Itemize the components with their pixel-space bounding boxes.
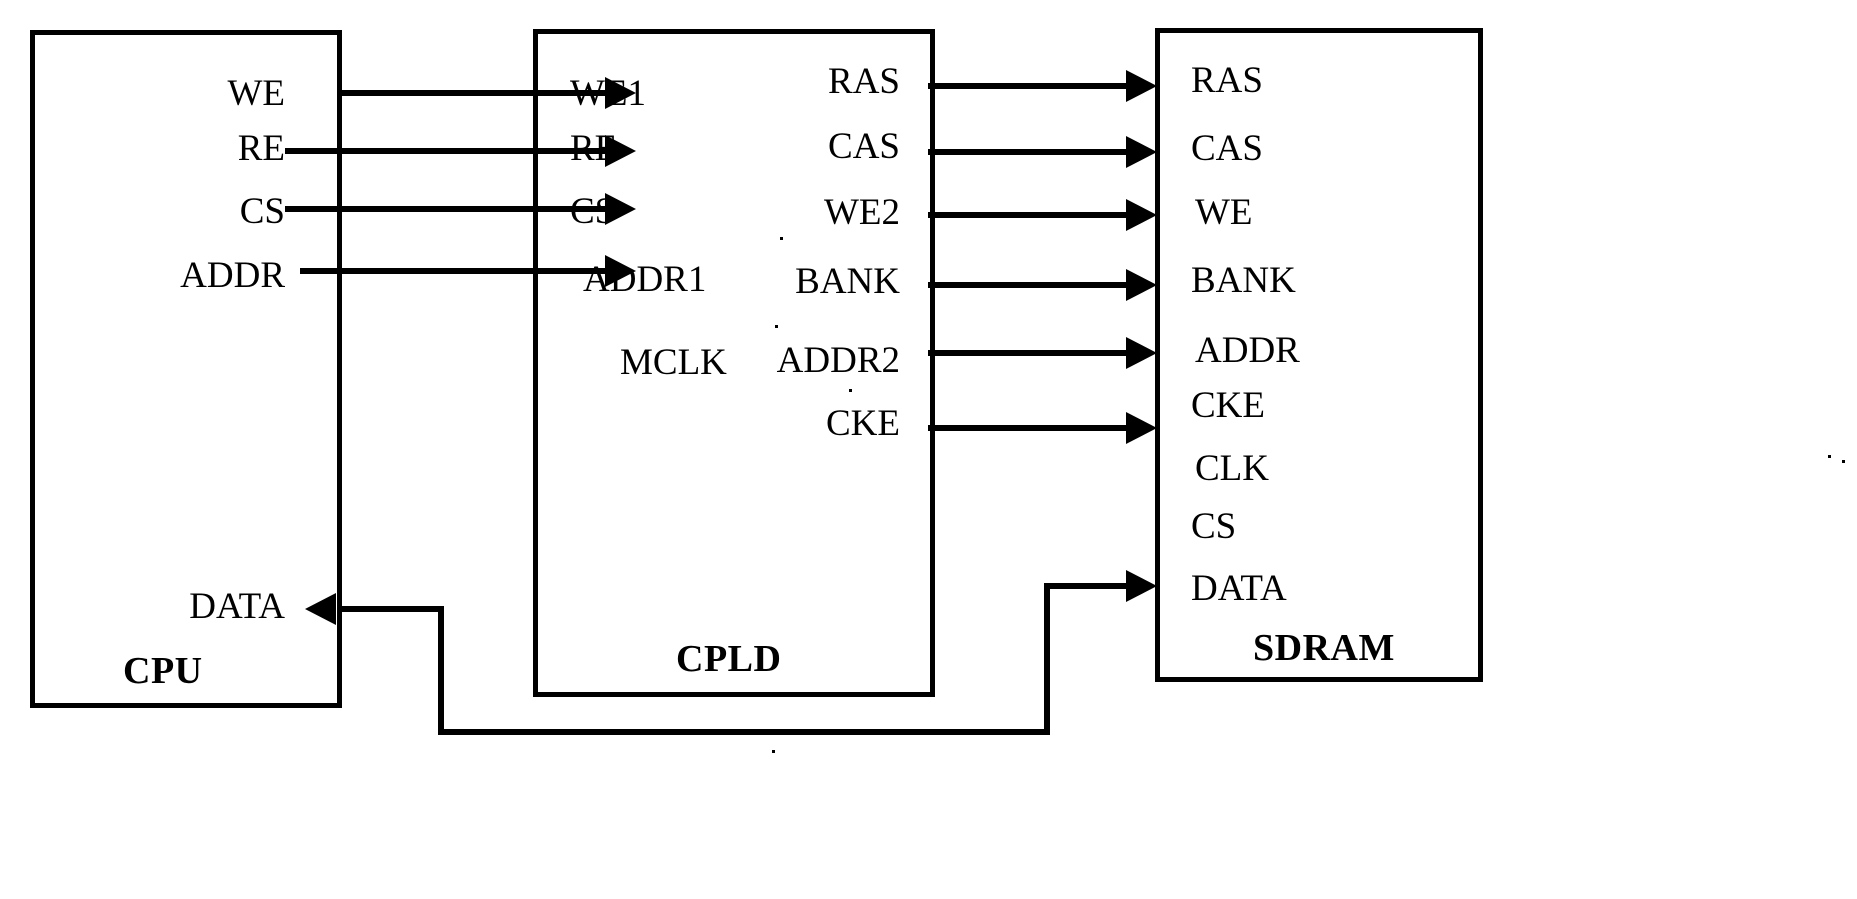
scan-speck xyxy=(780,237,783,240)
wire-cpu-addr-to-cpld-addr1 xyxy=(300,268,608,274)
scan-speck xyxy=(1842,460,1845,463)
arrowhead-cpld-cas xyxy=(1126,136,1157,168)
wire-data-bus-top-right xyxy=(1044,583,1128,589)
wire-data-bus-left-vertical xyxy=(438,606,444,735)
cpld-pin-cas: CAS xyxy=(828,126,900,167)
sdram-pin-bank: BANK xyxy=(1191,260,1296,301)
sdram-pin-cke: CKE xyxy=(1191,385,1265,426)
wire-cpld-addr2-to-sdram-addr xyxy=(928,350,1128,356)
wire-cpld-cke-to-sdram-cke xyxy=(928,425,1128,431)
arrowhead-cpu-we xyxy=(605,77,636,109)
wire-cpld-we2-to-sdram-we xyxy=(928,212,1128,218)
arrowhead-cpld-bank xyxy=(1126,269,1157,301)
arrowhead-cpld-cke xyxy=(1126,412,1157,444)
sdram-pin-cs: CS xyxy=(1191,506,1237,547)
cpld-title: CPLD xyxy=(676,638,782,680)
cpld-pin-we2: WE2 xyxy=(823,192,900,233)
cpld-pin-addr1: ADDR1 xyxy=(583,259,707,300)
wire-cpld-bank-to-sdram-bank xyxy=(928,282,1128,288)
cpld-pin-addr2: ADDR2 xyxy=(776,340,900,381)
sdram-pin-cas: CAS xyxy=(1191,128,1263,169)
arrowhead-cpu-addr xyxy=(605,255,636,287)
arrowhead-cpu-cs xyxy=(605,193,636,225)
arrowhead-cpu-re xyxy=(605,135,636,167)
cpld-pin-cke: CKE xyxy=(826,403,900,444)
sdram-pin-we: WE xyxy=(1195,192,1253,233)
scan-speck xyxy=(775,325,778,328)
cpu-pin-re: RE xyxy=(237,128,285,169)
wire-cpu-re-to-cpld-re xyxy=(285,148,608,154)
wire-cpu-we-to-cpld-we1 xyxy=(342,90,608,96)
scan-speck xyxy=(1828,455,1831,458)
arrowhead-cpld-ras xyxy=(1126,70,1157,102)
wire-data-bus-top-left xyxy=(338,606,444,612)
sdram-title: SDRAM xyxy=(1253,627,1395,669)
cpu-pin-data: DATA xyxy=(189,586,285,627)
arrowhead-data-bus-sdram xyxy=(1126,570,1157,602)
cpu-pin-we: WE xyxy=(227,73,285,114)
wire-cpu-cs-to-cpld-cs xyxy=(285,206,608,212)
arrowhead-cpld-we2 xyxy=(1126,199,1157,231)
cpu-title: CPU xyxy=(123,650,203,692)
cpld-pin-bank: BANK xyxy=(795,261,900,302)
scan-speck xyxy=(849,389,852,392)
arrowhead-data-bus-cpu xyxy=(305,593,336,625)
wire-data-bus-right-vertical xyxy=(1044,583,1050,735)
wire-cpld-cas-to-sdram-cas xyxy=(928,149,1128,155)
sdram-pin-data: DATA xyxy=(1191,568,1287,609)
scan-speck xyxy=(772,750,775,753)
cpu-pin-cs: CS xyxy=(239,191,285,232)
cpld-pin-ras: RAS xyxy=(828,61,900,102)
wire-data-bus-bottom xyxy=(438,729,1050,735)
arrowhead-cpld-addr2 xyxy=(1126,337,1157,369)
sdram-pin-clk: CLK xyxy=(1195,448,1269,489)
diagram-canvas: WE RE CS ADDR DATA CPU WE1 RE CS ADDR1 M… xyxy=(0,0,1857,899)
cpu-pin-addr: ADDR xyxy=(180,255,285,296)
wire-cpld-ras-to-sdram-ras xyxy=(928,83,1128,89)
sdram-pin-ras: RAS xyxy=(1191,60,1263,101)
sdram-pin-addr: ADDR xyxy=(1195,330,1300,371)
